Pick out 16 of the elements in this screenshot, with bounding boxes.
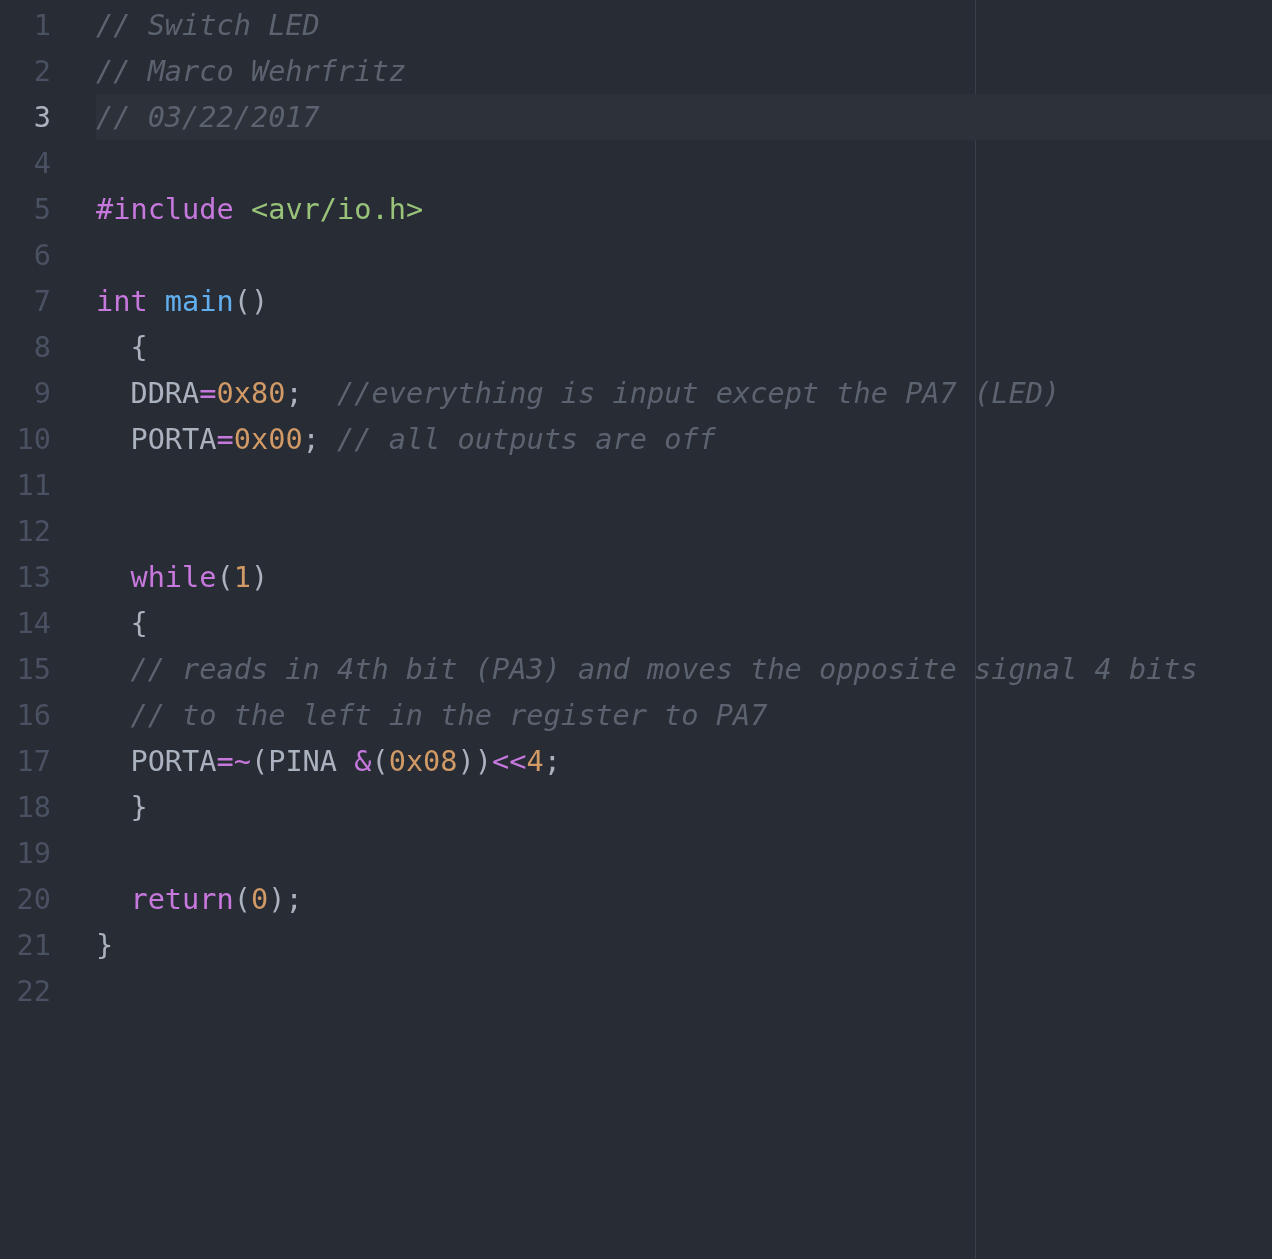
code-line: // Switch LED (96, 7, 320, 44)
code-line: PORTA=0x00; // all outputs are off (129, 421, 716, 458)
code-line: { (129, 329, 148, 366)
code-line: // to the left in the register to PA7 (129, 697, 768, 734)
line-number: 3 (32, 99, 51, 136)
code-line: #include <avr/io.h> (96, 191, 424, 228)
code-line: while(1) (129, 559, 269, 596)
code-line: return(0); (129, 881, 303, 918)
code-line: { (129, 605, 148, 642)
code-line: DDRA=0x80; //everything is input except the PA7 (LED) (129, 375, 1061, 412)
code-line: PORTA=~(PINA &(0x08))<<4; (129, 743, 561, 780)
code-line: } (96, 927, 114, 964)
code-line: } (129, 789, 148, 826)
code-line: // Marco Wehrfritz (96, 53, 406, 90)
code-line: // reads in 4th bit (PA3) and moves the opposite signal 4 bits (129, 651, 1198, 688)
code-line: int main() (96, 283, 269, 320)
